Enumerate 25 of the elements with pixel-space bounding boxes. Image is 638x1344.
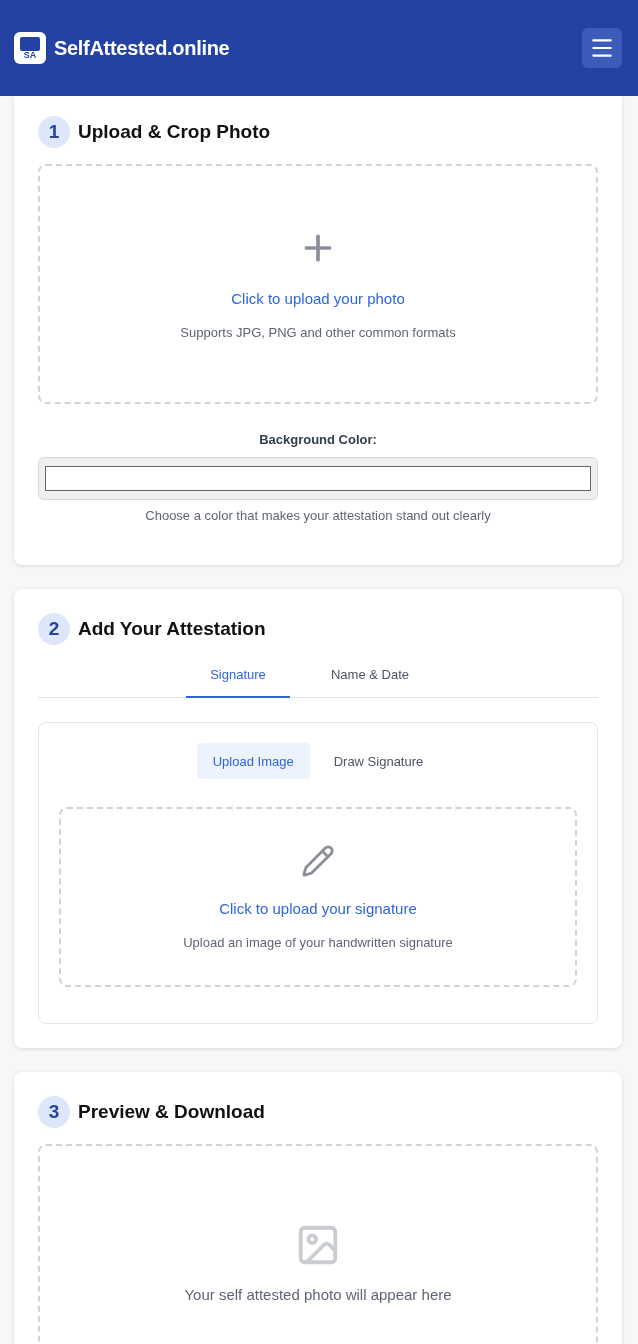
section-title: Preview & Download [78, 1101, 265, 1123]
tab[interactable]: Name & Date [290, 667, 450, 698]
tab[interactable]: Signature [186, 667, 290, 698]
preview-message: Your self attested photo will appear here [184, 1286, 452, 1303]
field-label: Background Color: [258, 432, 378, 447]
upload-hint: Upload an image of your handwritten signature [183, 935, 453, 950]
logo[interactable]: SA [14, 32, 46, 64]
upload-area[interactable]: Click to upload your photo Supports JPG, PNG and other common formats [38, 164, 598, 404]
section-title: Upload & Crop Photo [78, 121, 271, 143]
upload-link[interactable]: Click to upload your signature [219, 900, 417, 917]
upload-area[interactable]: Click to upload your signature Upload an image of your handwritten signature [59, 807, 577, 987]
step-number: 2 [38, 613, 70, 645]
step-number: 3 [38, 1096, 70, 1128]
step-number: 1 [38, 116, 70, 148]
section-title: Add Your Attestation [78, 618, 266, 640]
logo-text: SA [23, 50, 37, 60]
pencil-icon [301, 844, 335, 878]
color-field[interactable] [38, 457, 598, 500]
mode-tab[interactable]: Upload Image [196, 743, 310, 779]
upload-link[interactable]: Click to upload your photo [231, 290, 405, 307]
site-title[interactable]: SelfAttested.online [54, 36, 230, 60]
field-hint: Choose a color that makes your attestation stand out clearly [144, 508, 492, 523]
mode-tab[interactable]: Draw Signature [317, 743, 440, 779]
upload-hint: Supports JPG, PNG and other common formats [180, 325, 456, 340]
menu-button[interactable] [582, 28, 622, 68]
